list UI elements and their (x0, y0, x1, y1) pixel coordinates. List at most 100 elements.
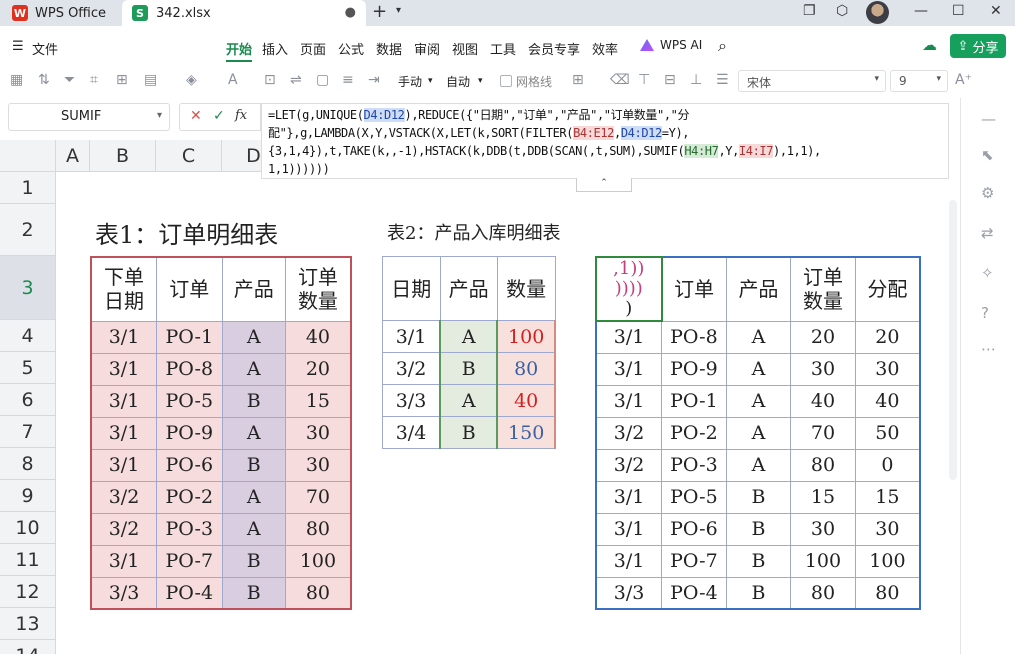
row-header-9[interactable]: 9 (0, 480, 56, 512)
table-header-cell[interactable]: 下单 日期 (90, 256, 157, 322)
share-button[interactable]: ⇪ 分享 (950, 34, 1006, 58)
row-header-7[interactable]: 7 (0, 416, 56, 448)
table-cell[interactable]: B (725, 576, 792, 610)
align-icon[interactable]: ≡ (342, 72, 354, 88)
window-restore-icon[interactable]: ❐ (803, 3, 816, 19)
table-cell[interactable]: B (725, 544, 792, 578)
table-cell[interactable]: A (439, 384, 499, 417)
table-cell[interactable]: 80 (790, 448, 856, 482)
table-cell[interactable]: 100 (284, 544, 352, 578)
table-cell[interactable]: B (221, 576, 286, 610)
menu-insert[interactable]: 插入 (262, 39, 288, 58)
table-cell[interactable]: PO-2 (661, 416, 727, 450)
table-cell[interactable]: 3/3 (90, 576, 157, 610)
row-header-2[interactable]: 2 (0, 204, 56, 256)
row-header-6[interactable]: 6 (0, 384, 56, 416)
menu-view[interactable]: 视图 (452, 39, 478, 58)
table-cell[interactable]: A (221, 352, 286, 386)
table-cell[interactable]: B (221, 448, 286, 482)
table-cell[interactable]: B (725, 512, 792, 546)
row-header-11[interactable]: 11 (0, 544, 56, 576)
table-cell[interactable]: PO-5 (661, 480, 727, 514)
menu-efficiency[interactable]: 效率 (592, 39, 618, 58)
formula-input[interactable]: =LET(g,UNIQUE(D4:D12),REDUCE({"日期","订单",… (261, 103, 949, 179)
table-cell[interactable]: 3/1 (595, 352, 663, 386)
tab-file[interactable]: S 342.xlsx ● (122, 0, 366, 26)
menu-review[interactable]: 审阅 (414, 39, 440, 58)
row-header-1[interactable]: 1 (0, 172, 56, 204)
table-cell[interactable]: 3/1 (90, 352, 157, 386)
chevron-down-icon[interactable]: ▾ (478, 76, 483, 86)
border-icon[interactable]: ▢ (316, 72, 329, 88)
table-cell[interactable]: PO-9 (155, 416, 223, 450)
cloud-sync-icon[interactable]: ☁ (922, 36, 937, 54)
fill-color-icon[interactable]: ◈ (186, 72, 197, 88)
table-cell[interactable]: 40 (790, 384, 856, 418)
align-middle-icon[interactable]: ⊟ (664, 72, 676, 88)
table-cell[interactable]: PO-7 (661, 544, 727, 578)
row-header-5[interactable]: 5 (0, 352, 56, 384)
cube-icon[interactable]: ⬡ (836, 3, 848, 19)
table-cell[interactable]: 80 (284, 576, 352, 610)
table-cell[interactable]: 15 (790, 480, 856, 514)
table-header-cell[interactable]: 产品 (725, 256, 792, 322)
menu-formula[interactable]: 公式 (338, 39, 364, 58)
table-cell[interactable]: 70 (790, 416, 856, 450)
table-cell[interactable]: 20 (284, 352, 352, 386)
table-header-cell[interactable]: 产品 (439, 256, 498, 321)
table-cell[interactable]: 3/1 (595, 512, 663, 546)
table-cell[interactable]: 40 (854, 384, 921, 418)
transfer-icon[interactable]: ⇄ (981, 224, 994, 242)
table-cell[interactable]: 3/1 (382, 320, 441, 353)
column-header-b[interactable]: B (90, 140, 156, 172)
table-cell[interactable]: PO-1 (155, 320, 223, 354)
table-cell[interactable]: 3/2 (382, 352, 441, 385)
format-painter-icon[interactable]: ⌗ (90, 72, 98, 88)
table-cell[interactable]: B (221, 384, 286, 418)
table-cell[interactable]: PO-3 (661, 448, 727, 482)
table-cell[interactable]: PO-7 (155, 544, 223, 578)
new-tab-button[interactable]: + (372, 1, 387, 22)
table-cell[interactable]: A (725, 352, 792, 386)
table-cell[interactable]: 3/1 (90, 416, 157, 450)
pointer-icon[interactable]: ⬉ (981, 146, 994, 164)
table-header-cell[interactable]: 订单 (661, 256, 727, 322)
row-header-4[interactable]: 4 (0, 320, 56, 352)
table-cell[interactable]: 3/1 (595, 384, 663, 418)
table-cell[interactable]: 30 (854, 352, 921, 386)
wps-ai-button[interactable]: WPS AI (640, 38, 702, 52)
sort-icon[interactable]: ⇅ (38, 72, 50, 88)
table-cell[interactable]: 3/1 (90, 320, 157, 354)
adjust-icon[interactable]: ⚙ (981, 184, 994, 202)
table-cell[interactable]: B (439, 352, 499, 385)
table-cell[interactable]: A (725, 448, 792, 482)
table-cell[interactable]: 3/1 (595, 320, 663, 354)
table-cell[interactable]: 3/4 (382, 416, 441, 449)
table-cell[interactable]: PO-1 (661, 384, 727, 418)
table-header-cell[interactable]: 订单 数量 (284, 256, 352, 322)
chevron-down-icon[interactable]: ▾ (396, 5, 401, 16)
table-cell[interactable]: PO-5 (155, 384, 223, 418)
row-height-manual[interactable]: 手动 (398, 73, 422, 90)
table-cell[interactable]: 3/1 (90, 544, 157, 578)
table-cell[interactable]: PO-4 (661, 576, 727, 610)
table-cell[interactable]: 3/3 (595, 576, 663, 610)
table-cell[interactable]: PO-2 (155, 480, 223, 514)
table-cell[interactable]: 80 (854, 576, 921, 610)
row-header-13[interactable]: 13 (0, 608, 56, 640)
number-format-icon[interactable]: ▦ (10, 72, 23, 88)
table-cell[interactable]: 30 (284, 416, 352, 450)
table-header-cell[interactable]: 订单 (155, 256, 223, 322)
row-height-auto[interactable]: 自动 (446, 73, 470, 90)
table-cell[interactable]: A (221, 320, 286, 354)
table-cell[interactable]: 3/3 (382, 384, 441, 417)
menu-tools[interactable]: 工具 (490, 39, 516, 58)
name-box[interactable]: SUMIF ▾ (8, 103, 170, 131)
align-top-icon[interactable]: ⊤ (638, 72, 650, 88)
table-cell[interactable]: PO-9 (661, 352, 727, 386)
collapse-formula-button[interactable]: ⌃ (576, 178, 632, 192)
increase-font-icon[interactable]: A⁺ (955, 72, 972, 88)
table-cell[interactable]: PO-6 (155, 448, 223, 482)
table-cell[interactable]: 3/1 (90, 448, 157, 482)
help-icon[interactable]: ? (981, 304, 989, 322)
